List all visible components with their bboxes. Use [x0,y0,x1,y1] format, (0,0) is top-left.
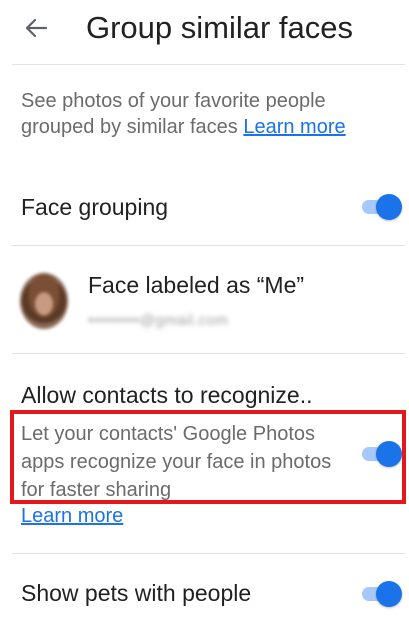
toggle-knob [376,581,402,607]
settings-page: Group similar faces See photos of your f… [0,0,409,626]
face-label-email: •••••••••@gmail.com [88,312,229,329]
toggle-knob [376,194,402,220]
show-pets-label: Show pets with people [21,580,252,606]
page-title: Group similar faces [86,10,354,45]
face-label-title[interactable]: Face labeled as “Me” [88,272,304,299]
contacts-learn-more-link[interactable]: Learn more [21,503,123,529]
back-button[interactable] [20,12,52,44]
avatar[interactable] [20,273,68,329]
description-text: See photos of your favorite people group… [21,88,401,140]
face-grouping-toggle[interactable] [362,193,402,221]
divider [12,353,405,354]
highlight-box [10,410,406,504]
divider [12,245,405,246]
top-app-bar: Group similar faces [0,0,409,58]
divider [12,64,405,65]
face-grouping-label: Face grouping [21,194,169,220]
show-pets-toggle[interactable] [362,580,402,608]
arrow-back-icon [25,18,47,38]
learn-more-link[interactable]: Learn more [243,116,345,138]
divider [12,553,405,554]
contacts-recognize-title: Allow contacts to recognize.. [21,382,313,408]
